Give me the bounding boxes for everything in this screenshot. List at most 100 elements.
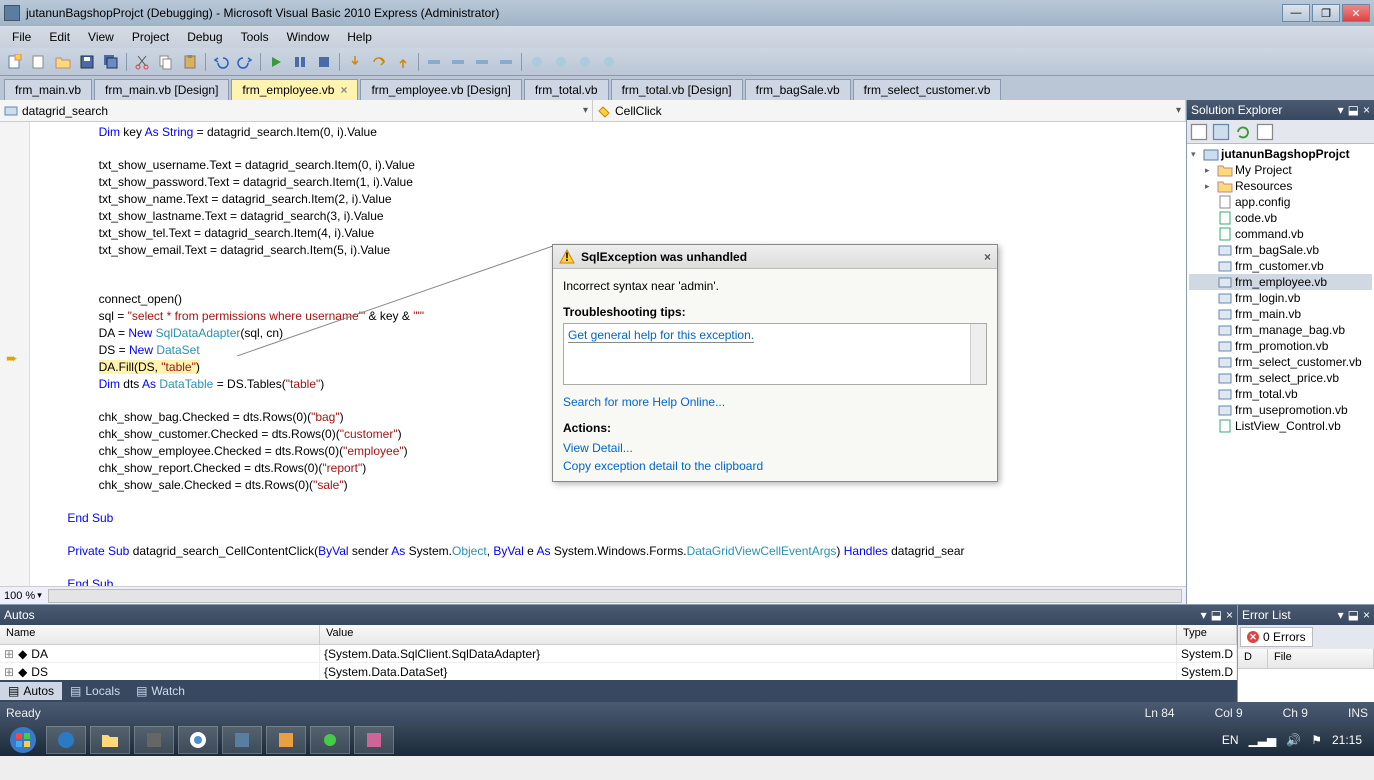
project-node[interactable]: ▾jutanunBagshopProjct <box>1189 146 1372 162</box>
file-frm-promotion[interactable]: frm_promotion.vb <box>1189 338 1372 354</box>
misc-tool-icon[interactable] <box>495 51 517 73</box>
tab-frm-bagsale[interactable]: frm_bagSale.vb <box>745 79 851 100</box>
misc-tool-icon[interactable] <box>574 51 596 73</box>
tray-network-icon[interactable]: ▁▃▅ <box>1249 733 1277 747</box>
file-frm-employee[interactable]: frm_employee.vb <box>1189 274 1372 290</box>
open-icon[interactable] <box>52 51 74 73</box>
file-listview-control[interactable]: ListView_Control.vb <box>1189 418 1372 434</box>
stop-icon[interactable] <box>313 51 335 73</box>
task-chrome[interactable] <box>178 726 218 754</box>
misc-tool-icon[interactable] <box>447 51 469 73</box>
menu-view[interactable]: View <box>80 28 122 46</box>
tab-frm-select-customer[interactable]: frm_select_customer.vb <box>853 79 1002 100</box>
file-frm-select-customer[interactable]: frm_select_customer.vb <box>1189 354 1372 370</box>
misc-tool-icon[interactable] <box>471 51 493 73</box>
show-all-icon[interactable] <box>1211 122 1231 142</box>
col-type[interactable]: Type <box>1177 625 1237 644</box>
task-vs[interactable] <box>222 726 262 754</box>
tab-frm-total[interactable]: frm_total.vb <box>524 79 609 100</box>
class-selector[interactable]: datagrid_search ▾ <box>0 100 593 121</box>
file-appconfig[interactable]: app.config <box>1189 194 1372 210</box>
menu-window[interactable]: Window <box>279 28 338 46</box>
break-all-icon[interactable] <box>289 51 311 73</box>
step-out-icon[interactable] <box>392 51 414 73</box>
file-frm-manage-bag[interactable]: frm_manage_bag.vb <box>1189 322 1372 338</box>
task-app2[interactable] <box>266 726 306 754</box>
task-app4[interactable] <box>354 726 394 754</box>
pin-icon[interactable]: ⬓ <box>1348 103 1359 117</box>
gutter[interactable]: ➨ <box>0 122 30 586</box>
step-into-icon[interactable] <box>344 51 366 73</box>
refresh-icon[interactable] <box>1233 122 1253 142</box>
autos-row[interactable]: ⊞◆DS {System.Data.DataSet} System.D <box>0 663 1237 680</box>
tab-close-icon[interactable]: × <box>340 83 347 97</box>
menu-tools[interactable]: Tools <box>233 28 277 46</box>
tab-frm-employee[interactable]: frm_employee.vb× <box>231 79 358 100</box>
task-app[interactable] <box>134 726 174 754</box>
menu-debug[interactable]: Debug <box>179 28 230 46</box>
pin-icon[interactable]: ⬓ <box>1211 608 1222 622</box>
tips-scrollbar[interactable] <box>970 324 986 384</box>
properties-icon[interactable] <box>1189 122 1209 142</box>
copy-exception-link[interactable]: Copy exception detail to the clipboard <box>563 459 763 473</box>
menu-project[interactable]: Project <box>124 28 177 46</box>
view-detail-link[interactable]: View Detail... <box>563 441 633 455</box>
pin-icon[interactable]: ⬓ <box>1348 608 1359 622</box>
errors-filter[interactable]: ✕0 Errors <box>1240 627 1313 647</box>
dropdown-icon[interactable]: ▾ <box>1201 608 1207 622</box>
step-over-icon[interactable] <box>368 51 390 73</box>
close-icon[interactable]: × <box>1226 608 1233 622</box>
tray-time[interactable]: 21:15 <box>1332 733 1362 747</box>
file-frm-login[interactable]: frm_login.vb <box>1189 290 1372 306</box>
tab-frm-total-design[interactable]: frm_total.vb [Design] <box>611 79 743 100</box>
save-icon[interactable] <box>76 51 98 73</box>
view-code-icon[interactable] <box>1255 122 1275 142</box>
start-button[interactable] <box>4 726 42 754</box>
continue-icon[interactable] <box>265 51 287 73</box>
exception-close-icon[interactable]: × <box>984 250 991 264</box>
tab-locals[interactable]: ▤Locals <box>62 682 128 700</box>
task-explorer[interactable] <box>90 726 130 754</box>
copy-icon[interactable] <box>155 51 177 73</box>
file-frm-usepromotion[interactable]: frm_usepromotion.vb <box>1189 402 1372 418</box>
misc-tool-icon[interactable] <box>550 51 572 73</box>
misc-tool-icon[interactable] <box>526 51 548 73</box>
tray-volume-icon[interactable]: 🔊 <box>1286 733 1301 747</box>
menu-edit[interactable]: Edit <box>41 28 78 46</box>
file-frm-customer[interactable]: frm_customer.vb <box>1189 258 1372 274</box>
redo-icon[interactable] <box>234 51 256 73</box>
tab-frm-main[interactable]: frm_main.vb <box>4 79 92 100</box>
tab-frm-employee-design[interactable]: frm_employee.vb [Design] <box>360 79 521 100</box>
file-code[interactable]: code.vb <box>1189 210 1372 226</box>
undo-icon[interactable] <box>210 51 232 73</box>
file-frm-main[interactable]: frm_main.vb <box>1189 306 1372 322</box>
new-project-icon[interactable] <box>4 51 26 73</box>
solution-tree[interactable]: ▾jutanunBagshopProjct ▸My Project ▸Resou… <box>1187 144 1374 604</box>
file-command[interactable]: command.vb <box>1189 226 1372 242</box>
dropdown-icon[interactable]: ▾ <box>1338 608 1344 622</box>
chevron-down-icon[interactable]: ▾ <box>37 590 42 601</box>
horizontal-scrollbar[interactable] <box>48 589 1182 603</box>
zoom-level[interactable]: 100 % <box>4 590 35 602</box>
tab-autos[interactable]: ▤Autos <box>0 682 62 700</box>
misc-tool-icon[interactable] <box>423 51 445 73</box>
folder-resources[interactable]: ▸Resources <box>1189 178 1372 194</box>
file-frm-bagsale[interactable]: frm_bagSale.vb <box>1189 242 1372 258</box>
search-online-link[interactable]: Search for more Help Online... <box>563 395 725 409</box>
task-ie[interactable] <box>46 726 86 754</box>
task-app3[interactable] <box>310 726 350 754</box>
minimize-button[interactable]: — <box>1282 4 1310 22</box>
close-icon[interactable]: × <box>1363 608 1370 622</box>
add-item-icon[interactable] <box>28 51 50 73</box>
tip-link[interactable]: Get general help for this exception. <box>568 328 754 343</box>
save-all-icon[interactable] <box>100 51 122 73</box>
autos-grid[interactable]: Name Value Type ⊞◆DA {System.Data.SqlCli… <box>0 625 1237 680</box>
maximize-button[interactable]: ❐ <box>1312 4 1340 22</box>
tray-flag-icon[interactable]: ⚑ <box>1311 733 1322 747</box>
folder-myproject[interactable]: ▸My Project <box>1189 162 1372 178</box>
close-button[interactable]: ✕ <box>1342 4 1370 22</box>
tab-frm-main-design[interactable]: frm_main.vb [Design] <box>94 79 229 100</box>
col-value[interactable]: Value <box>320 625 1177 644</box>
file-frm-select-price[interactable]: frm_select_price.vb <box>1189 370 1372 386</box>
dropdown-icon[interactable]: ▾ <box>1338 103 1344 117</box>
